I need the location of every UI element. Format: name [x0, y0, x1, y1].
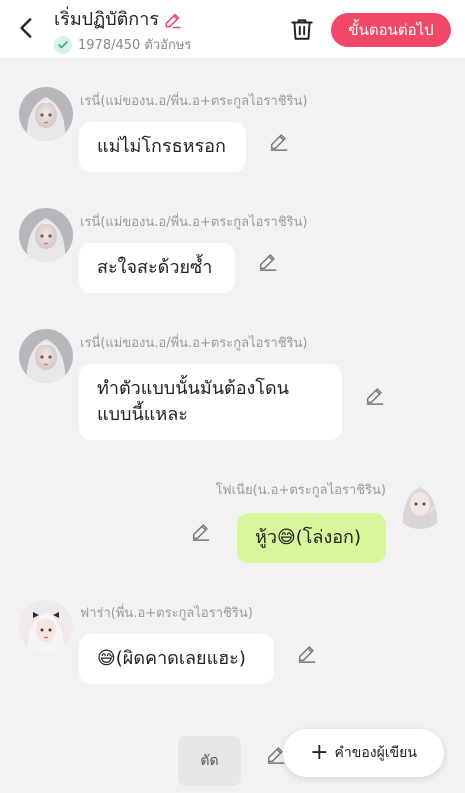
avatar[interactable]: [19, 87, 73, 141]
sender-name: ฟาร่า(พี่น.อ+ตระกูลไอราชิริน): [80, 606, 253, 621]
page-title[interactable]: เริ่มปฏิบัติการ: [54, 8, 159, 32]
avatar[interactable]: [19, 208, 73, 262]
sender-name: เรนี่(แม่ของน.อ/พี่น.อ+ตระกูลไอราชิริน): [80, 94, 308, 109]
sender-name: เรนี่(แม่ของน.อ/พี่น.อ+ตระกูลไอราชิริน): [80, 215, 308, 230]
message-bubble[interactable]: สะใจสะด้วยซ้ำ: [79, 243, 235, 293]
avatar[interactable]: [19, 329, 73, 383]
char-count: 1978/450 ตัวอักษร: [78, 38, 192, 53]
message-line: ทำตัวแบบนั้นมันต้องโดน: [97, 378, 289, 399]
title-row: เริ่มปฏิบัติการ: [54, 8, 183, 32]
author-note-button[interactable]: + คำของผู้เขียน: [283, 729, 444, 777]
next-step-button[interactable]: ขั้นตอนต่อไป: [331, 13, 451, 47]
avatar[interactable]: [393, 475, 447, 529]
back-icon[interactable]: [14, 15, 40, 41]
sender-name: เรนี่(แม่ของน.อ/พี่น.อ+ตระกูลไอราชิริน): [80, 336, 308, 351]
pencil-icon[interactable]: [257, 250, 279, 272]
pencil-icon[interactable]: [190, 520, 212, 542]
trash-icon[interactable]: [289, 16, 315, 42]
pencil-icon[interactable]: [268, 130, 290, 152]
message-bubble[interactable]: แม่ไม่โกรธหรอก: [79, 122, 246, 172]
sender-name: โฟเนีย(น.อ+ตระกูลไอราชิริน): [215, 483, 386, 498]
cut-button[interactable]: ตัด: [178, 736, 241, 786]
message-bubble[interactable]: ทำตัวแบบนั้นมันต้องโดน แบบนี้แหละ: [79, 364, 342, 440]
message-line: แบบนี้แหละ: [97, 404, 188, 425]
avatar[interactable]: [19, 600, 73, 654]
char-count-row: 1978/450 ตัวอักษร: [54, 34, 191, 55]
pencil-icon[interactable]: [163, 10, 183, 30]
author-note-label: คำของผู้เขียน: [334, 745, 417, 761]
top-bar: เริ่มปฏิบัติการ 1978/450 ตัวอักษร ขั้นตอ…: [0, 0, 465, 58]
plus-icon: +: [310, 740, 329, 765]
message-bubble[interactable]: 😅(ผิดคาดเลยแฮะ): [79, 634, 274, 684]
pencil-icon[interactable]: [296, 642, 318, 664]
pencil-icon[interactable]: [364, 384, 386, 406]
message-bubble[interactable]: หู้ว😅(โล่งอก): [237, 513, 386, 563]
check-icon: [54, 35, 72, 54]
